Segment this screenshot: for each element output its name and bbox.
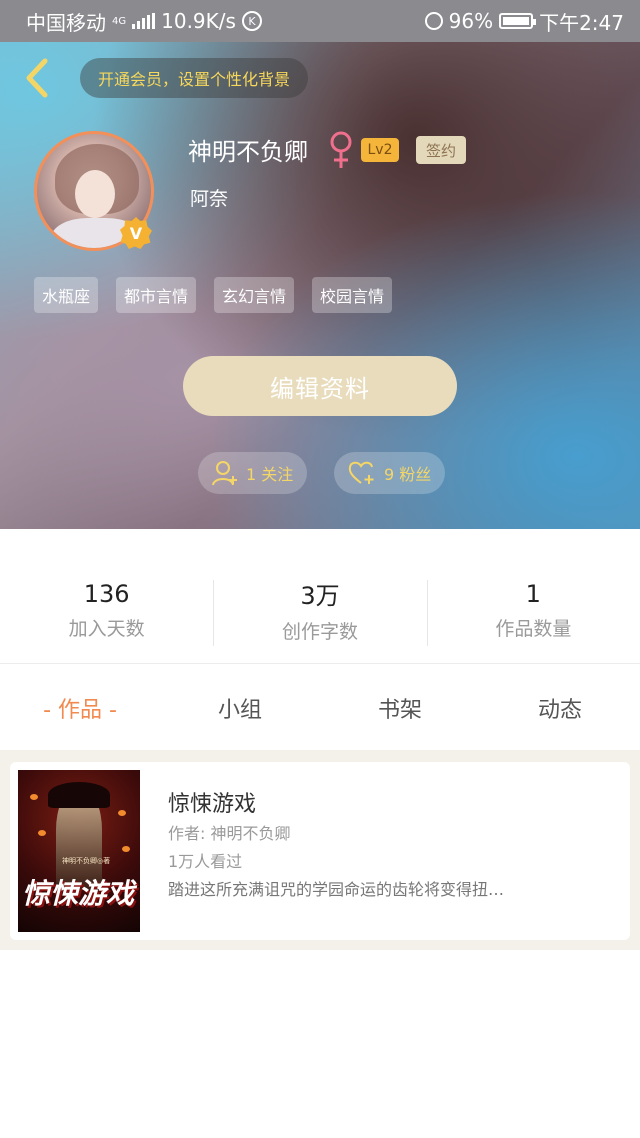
level-badge: Lv2 (361, 138, 399, 162)
status-right: 96% 下午2:47 (424, 7, 624, 36)
cover-author: 神明不负卿◎著 (62, 857, 111, 865)
work-author: 作者: 神明不负卿 (168, 824, 291, 843)
tag-item[interactable]: 水瓶座 (34, 277, 99, 313)
avatar[interactable]: V (34, 131, 154, 251)
vip-banner[interactable]: 开通会员，设置个性化背景 (80, 58, 309, 98)
status-left: 中国移动 4G 10.9K/s K (26, 7, 425, 36)
work-description: 踏进这所充满诅咒的学园命运的齿轮将变得扭… (168, 880, 505, 899)
cover-title: 惊悚游戏 (22, 877, 135, 910)
chevron-left-icon (26, 58, 48, 98)
stat-word-count: 3万 创作字数 (213, 570, 426, 650)
tab-groups[interactable]: 小组 (160, 672, 320, 744)
stat-label: 创作字数 (281, 621, 358, 643)
status-bar: 中国移动 4G 10.9K/s K 96% 下午2:47 (0, 0, 640, 42)
alarm-icon (424, 12, 443, 30)
username: 神明不负卿 (188, 138, 308, 166)
stat-value: 136 (83, 579, 130, 608)
user-add-icon (212, 461, 237, 486)
network-speed: 10.9K/s (161, 9, 236, 33)
tag-list: 水瓶座 都市言情 玄幻言情 校园言情 (34, 277, 393, 313)
tag-item[interactable]: 玄幻言情 (214, 277, 295, 313)
pen-name: 阿奈 (190, 188, 229, 210)
tab-bookshelf[interactable]: 书架 (320, 672, 480, 744)
tab-bar: - 作品 - 小组 书架 动态 (0, 672, 640, 744)
tag-item[interactable]: 校园言情 (312, 277, 393, 313)
battery-percent: 96% (448, 9, 494, 33)
signed-badge: 签约 (416, 136, 466, 164)
work-title: 惊悚游戏 (168, 792, 257, 817)
stats-row: 136 加入天数 3万 创作字数 1 作品数量 (0, 570, 640, 650)
stat-label: 加入天数 (68, 617, 145, 640)
divider (0, 663, 640, 664)
stat-value: 3万 (300, 582, 340, 610)
battery-icon (499, 13, 537, 29)
tab-activity[interactable]: 动态 (480, 672, 640, 744)
book-cover[interactable]: 神明不负卿◎著 惊悚游戏 (18, 770, 140, 932)
edit-profile-button[interactable]: 编辑资料 (183, 356, 457, 416)
following-count: 1 关注 (246, 465, 294, 484)
work-card[interactable]: 神明不负卿◎著 惊悚游戏 惊悚游戏 作者: 神明不负卿 1万人看过 踏进这所充满… (10, 762, 630, 940)
fans-button[interactable]: 9 粉丝 (334, 452, 446, 494)
stat-days-joined: 136 加入天数 (0, 570, 213, 650)
back-button[interactable] (16, 56, 56, 100)
following-button[interactable]: 1 关注 (198, 452, 308, 494)
female-icon (330, 131, 352, 168)
tag-item[interactable]: 都市言情 (116, 277, 197, 313)
network-type: 4G (112, 15, 127, 27)
heart-add-icon (348, 461, 374, 484)
carrier-name: 中国移动 (26, 10, 106, 35)
fans-count: 9 粉丝 (384, 465, 432, 484)
stat-label: 作品数量 (495, 617, 572, 640)
clock: 下午2:47 (539, 10, 624, 35)
work-views: 1万人看过 (168, 852, 243, 871)
signal-icon (132, 13, 156, 29)
stat-works-count: 1 作品数量 (426, 570, 640, 650)
stat-value: 1 (525, 579, 541, 608)
tab-works[interactable]: - 作品 - (0, 672, 160, 744)
k-icon: K (241, 11, 262, 31)
